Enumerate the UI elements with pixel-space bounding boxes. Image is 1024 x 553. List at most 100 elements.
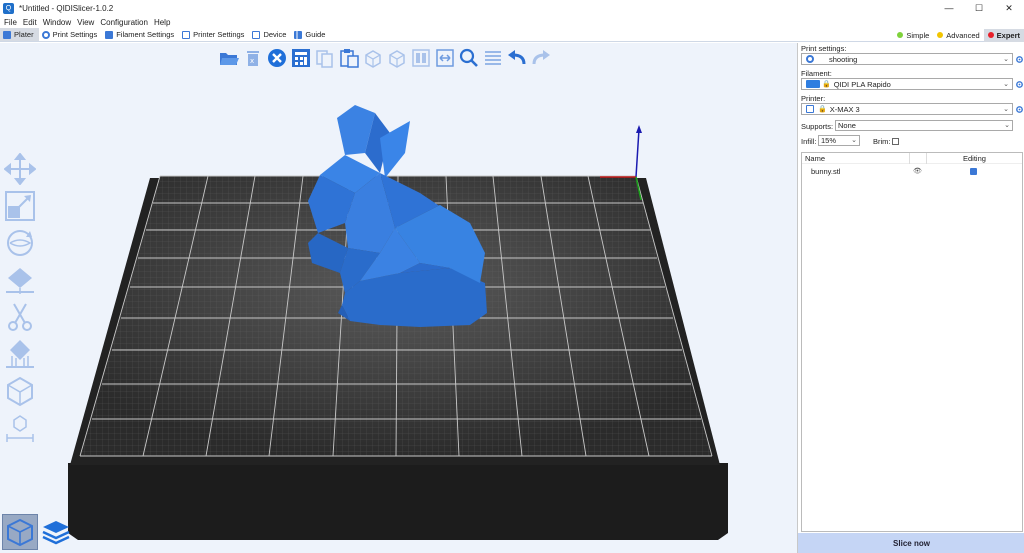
mode-label: Simple xyxy=(906,30,930,40)
window-controls: — ☐ ✕ xyxy=(934,0,1024,16)
scene xyxy=(68,105,728,540)
gear-icon[interactable] xyxy=(1015,80,1024,89)
tab-bar: Plater Print Settings Filament Settings … xyxy=(0,28,1024,42)
printer-icon xyxy=(806,105,814,113)
3d-viewport[interactable]: x xyxy=(0,43,797,553)
undo-icon[interactable] xyxy=(506,47,528,69)
search-icon[interactable] xyxy=(458,47,480,69)
minimize-button[interactable]: — xyxy=(934,0,964,16)
tab-plater[interactable]: Plater xyxy=(0,28,39,41)
gear-icon xyxy=(41,30,50,39)
tab-label: Plater xyxy=(14,30,34,39)
measure-icon[interactable] xyxy=(2,410,38,445)
place-on-face-icon[interactable] xyxy=(2,262,38,297)
sidebar: Print settings: shooting ⌄ Filament: 🔒 Q… xyxy=(797,43,1024,553)
tab-printer-settings[interactable]: Printer Settings xyxy=(179,28,249,41)
eye-icon[interactable]: 👁 xyxy=(913,167,922,175)
mode-expert[interactable]: Expert xyxy=(983,28,1024,42)
filament-value: QIDI PLA Rapido xyxy=(833,79,891,89)
arrange-icon[interactable] xyxy=(290,47,312,69)
title-bar: Q *Untitled - QIDISlicer-1.0.2 — ☐ ✕ xyxy=(0,0,1024,16)
scale-icon[interactable] xyxy=(2,188,38,223)
maximize-button[interactable]: ☐ xyxy=(964,0,994,16)
tab-print-settings[interactable]: Print Settings xyxy=(39,28,103,41)
remove-instance-icon[interactable] xyxy=(386,47,408,69)
column-divider xyxy=(909,153,910,164)
brim-label: Brim: xyxy=(873,137,891,146)
list-item[interactable]: bunny.stl 👁 xyxy=(802,164,1022,178)
lock-icon: 🔒 xyxy=(822,81,831,88)
cut-icon[interactable] xyxy=(2,299,38,334)
advanced-dot-icon xyxy=(937,32,944,38)
tab-label: Filament Settings xyxy=(116,30,175,39)
supports-label: Supports: xyxy=(801,122,834,131)
view-switcher xyxy=(2,514,74,550)
printer-value: X-MAX 3 xyxy=(829,104,860,114)
window-title: *Untitled - QIDISlicer-1.0.2 xyxy=(19,3,114,13)
lock-icon: 🔒 xyxy=(818,106,827,113)
menu-view[interactable]: View xyxy=(77,18,94,27)
seam-paint-icon[interactable] xyxy=(2,373,38,408)
top-toolbar: x xyxy=(218,47,554,69)
split-objects-icon[interactable] xyxy=(410,47,432,69)
delete-icon[interactable]: x xyxy=(242,47,264,69)
split-parts-icon[interactable] xyxy=(434,47,456,69)
printer-icon xyxy=(182,30,191,39)
slice-now-button[interactable]: Slice now xyxy=(798,533,1024,553)
mode-simple[interactable]: Simple xyxy=(893,29,933,42)
object-list: Name Editing bunny.stl 👁 xyxy=(801,152,1023,532)
filament-combo[interactable]: 🔒 QIDI PLA Rapido ⌄ xyxy=(801,78,1013,90)
object-list-header: Name Editing xyxy=(802,153,1022,164)
menu-help[interactable]: Help xyxy=(154,18,170,27)
chevron-down-icon: ⌄ xyxy=(1003,106,1009,113)
layers-editing-icon[interactable] xyxy=(482,47,504,69)
redo-icon[interactable] xyxy=(530,47,552,69)
paste-icon[interactable] xyxy=(338,47,360,69)
print-settings-label: Print settings: xyxy=(801,44,847,53)
object-name: bunny.stl xyxy=(811,166,841,176)
mode-switcher: Simple Advanced Expert xyxy=(893,28,1024,42)
open-folder-icon[interactable] xyxy=(218,47,240,69)
plater-icon xyxy=(3,30,11,39)
support-paint-icon[interactable] xyxy=(2,336,38,371)
menu-configuration[interactable]: Configuration xyxy=(100,18,148,27)
menu-file[interactable]: File xyxy=(4,18,17,27)
infill-value: 15% xyxy=(821,136,837,145)
tab-device[interactable]: Device xyxy=(249,28,291,41)
gear-icon[interactable] xyxy=(1015,105,1024,114)
printer-combo[interactable]: 🔒 X-MAX 3 ⌄ xyxy=(801,103,1013,115)
tab-filament-settings[interactable]: Filament Settings xyxy=(102,28,179,41)
print-settings-value: shooting xyxy=(829,54,858,64)
gear-icon[interactable] xyxy=(1015,55,1024,64)
filament-label: Filament: xyxy=(801,69,832,78)
bed-base xyxy=(68,463,728,540)
3d-view-icon[interactable] xyxy=(2,514,38,550)
app-icon: Q xyxy=(3,2,14,14)
menu-window[interactable]: Window xyxy=(43,18,71,27)
tab-label: Guide xyxy=(305,30,326,39)
mode-label: Advanced xyxy=(946,30,980,40)
column-editing: Editing xyxy=(963,153,986,163)
filament-icon xyxy=(105,30,114,39)
menu-edit[interactable]: Edit xyxy=(23,18,37,27)
move-icon[interactable] xyxy=(2,151,38,186)
tab-label: Print Settings xyxy=(52,30,98,39)
close-button[interactable]: ✕ xyxy=(994,0,1024,16)
mode-label: Expert xyxy=(996,30,1020,40)
tab-label: Device xyxy=(263,30,287,39)
add-instance-icon[interactable] xyxy=(362,47,384,69)
tab-guide[interactable]: Guide xyxy=(291,28,330,41)
print-settings-combo[interactable]: shooting ⌄ xyxy=(801,53,1013,65)
infill-combo[interactable]: 15% ⌄ xyxy=(818,135,860,146)
delete-all-icon[interactable] xyxy=(266,47,288,69)
copy-icon[interactable] xyxy=(314,47,336,69)
supports-combo[interactable]: None ⌄ xyxy=(835,120,1013,131)
rotate-icon[interactable] xyxy=(2,225,38,260)
device-icon xyxy=(252,30,261,39)
brim-checkbox[interactable] xyxy=(892,138,899,145)
preview-layers-icon[interactable] xyxy=(38,514,74,550)
column-divider xyxy=(926,153,927,164)
edit-icon[interactable] xyxy=(970,167,977,175)
mode-advanced[interactable]: Advanced xyxy=(933,29,983,42)
guide-icon xyxy=(294,30,303,39)
